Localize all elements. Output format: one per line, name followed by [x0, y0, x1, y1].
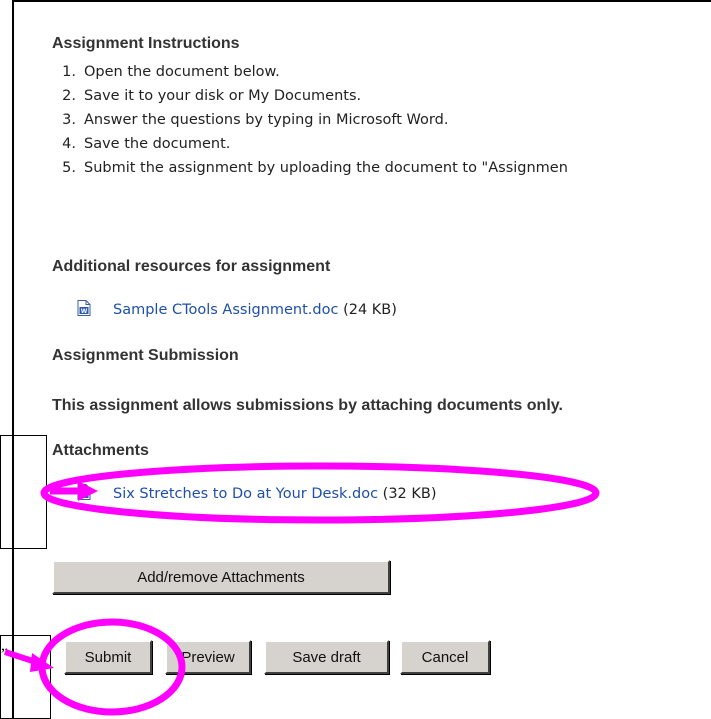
submission-heading: Assignment Submission: [52, 347, 239, 364]
svg-text:W: W: [81, 308, 88, 315]
cancel-button[interactable]: Cancel: [400, 640, 490, 674]
callout-text-fragment: ”: [1, 646, 9, 663]
list-item: 4. Save the document.: [62, 136, 231, 152]
attachment-file-row: W Six Stretches to Do at Your Desk.doc (…: [77, 484, 437, 502]
list-item: 5. Submit the assignment by uploading the…: [62, 160, 568, 176]
attachment-file-size: (32 KB): [382, 486, 437, 502]
submit-button[interactable]: Submit: [64, 640, 152, 674]
svg-text:W: W: [81, 492, 88, 499]
save-draft-button[interactable]: Save draft: [264, 640, 389, 674]
resources-heading: Additional resources for assignment: [52, 258, 331, 275]
word-doc-icon: W: [77, 484, 91, 500]
word-doc-icon: W: [77, 300, 91, 316]
instructions-heading: Assignment Instructions: [52, 35, 240, 52]
callout-box-attachments: [0, 435, 47, 549]
instructions-list: 1. Open the document below. 2. Save it to …: [52, 60, 568, 180]
list-item: 3. Answer the questions by typing in Micr…: [62, 112, 449, 128]
attachments-heading: Attachments: [52, 442, 149, 459]
resource-file-row: W Sample CTools Assignment.doc (24 KB): [77, 300, 397, 318]
preview-button[interactable]: Preview: [165, 640, 251, 674]
submission-note: This assignment allows submissions by at…: [52, 397, 563, 414]
attachment-file-link[interactable]: Six Stretches to Do at Your Desk.doc: [113, 486, 378, 502]
list-item: 2. Save it to your disk or My Documents.: [62, 88, 362, 104]
resource-file-size: (24 KB): [343, 302, 397, 318]
list-item: 1. Open the document below.: [62, 64, 280, 80]
resource-file-link[interactable]: Sample CTools Assignment.doc: [113, 302, 338, 318]
add-remove-attachments-button[interactable]: Add/remove Attachments: [52, 560, 390, 594]
